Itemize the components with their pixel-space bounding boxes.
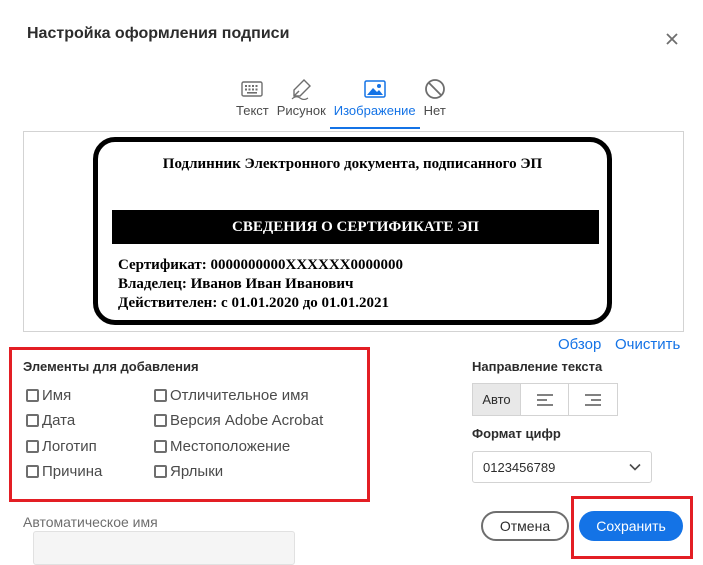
number-format-title: Формат цифр xyxy=(472,426,561,441)
cancel-button[interactable]: Отмена xyxy=(481,511,569,541)
checkbox-box[interactable] xyxy=(26,465,39,478)
tab-none[interactable]: Нет xyxy=(420,76,450,128)
clear-link[interactable]: Очистить xyxy=(615,336,680,353)
checkbox-box[interactable] xyxy=(154,389,167,402)
tab-image[interactable]: Изображение xyxy=(329,76,420,129)
direction-right-button[interactable] xyxy=(569,384,617,415)
checkbox-box[interactable] xyxy=(26,389,39,402)
checkbox-distinguished-name[interactable]: Отличительное имя xyxy=(154,387,309,404)
save-button[interactable]: Сохранить xyxy=(579,511,683,541)
stamp-heading: Подлинник Электронного документа, подпис… xyxy=(162,156,543,172)
stamp-line-validity: Действителен: с 01.01.2020 до 01.01.2021 xyxy=(118,295,390,311)
stamp-certificate-lines: Сертификат: 0000000000XXXXXX0000000 Влад… xyxy=(118,256,403,313)
checkbox-label: Ярлыки xyxy=(170,463,224,480)
signature-stamp-image: Подлинник Электронного документа, подпис… xyxy=(93,137,612,325)
tab-draw[interactable]: Рисунок xyxy=(273,76,330,128)
elements-title: Элементы для добавления xyxy=(23,359,199,374)
checkbox-label: Версия Adobe Acrobat xyxy=(170,412,324,429)
checkbox-name[interactable]: Имя xyxy=(26,387,71,404)
dialog-title: Настройка оформления подписи xyxy=(27,25,290,42)
checkbox-label: Отличительное имя xyxy=(170,387,309,404)
checkbox-logo[interactable]: Логотип xyxy=(26,438,97,455)
checkbox-label: Местоположение xyxy=(170,438,291,455)
tab-text-label: Текст xyxy=(236,103,269,118)
stamp-line-certificate: Сертификат: 0000000000XXXXXX0000000 xyxy=(118,257,403,273)
auto-name-input[interactable] xyxy=(33,531,295,565)
auto-name-label: Автоматическое имя xyxy=(23,514,158,530)
pen-icon xyxy=(291,79,312,100)
checkbox-reason[interactable]: Причина xyxy=(26,463,102,480)
tab-text[interactable]: Текст xyxy=(232,76,273,128)
align-left-icon xyxy=(536,393,553,406)
checkbox-label: Причина xyxy=(42,463,103,480)
tab-none-label: Нет xyxy=(423,103,446,118)
checkbox-box[interactable] xyxy=(26,414,39,427)
text-direction-group: Авто xyxy=(472,383,618,416)
checkbox-box[interactable] xyxy=(26,440,39,453)
checkbox-box[interactable] xyxy=(154,440,167,453)
checkbox-box[interactable] xyxy=(154,414,167,427)
checkbox-label: Логотип xyxy=(42,438,97,455)
image-icon xyxy=(363,80,386,98)
tab-draw-label: Рисунок xyxy=(276,103,326,118)
checkbox-label: Имя xyxy=(42,387,72,404)
signature-appearance-dialog: Настройка оформления подписи Текст Рисун… xyxy=(0,0,703,565)
checkbox-label: Дата xyxy=(42,412,76,429)
checkbox-location[interactable]: Местоположение xyxy=(154,438,290,455)
keyboard-icon xyxy=(241,81,264,97)
checkbox-box[interactable] xyxy=(154,465,167,478)
stamp-line-owner: Владелец: Иванов Иван Иванович xyxy=(118,276,354,292)
text-direction-title: Направление текста xyxy=(472,359,603,374)
signature-type-tabs: Текст Рисунок Изображение Нет xyxy=(232,76,450,129)
checkbox-acrobat-version[interactable]: Версия Adobe Acrobat xyxy=(154,412,323,429)
browse-link[interactable]: Обзор xyxy=(558,336,601,353)
signature-preview: Подлинник Электронного документа, подпис… xyxy=(23,131,684,332)
number-format-select[interactable]: 0123456789 xyxy=(472,451,652,483)
checkbox-labels[interactable]: Ярлыки xyxy=(154,463,223,480)
direction-left-button[interactable] xyxy=(521,384,569,415)
none-icon xyxy=(424,79,445,99)
number-format-value: 0123456789 xyxy=(483,459,556,475)
align-right-icon xyxy=(585,393,601,406)
direction-auto-button[interactable]: Авто xyxy=(473,384,521,415)
close-icon xyxy=(666,33,678,45)
stamp-certificate-bar: СВЕДЕНИЯ О СЕРТИФИКАТЕ ЭП xyxy=(112,210,599,244)
checkbox-date[interactable]: Дата xyxy=(26,412,75,429)
close-button[interactable] xyxy=(661,28,683,50)
tab-image-label: Изображение xyxy=(333,103,416,118)
chevron-down-icon xyxy=(629,463,641,471)
